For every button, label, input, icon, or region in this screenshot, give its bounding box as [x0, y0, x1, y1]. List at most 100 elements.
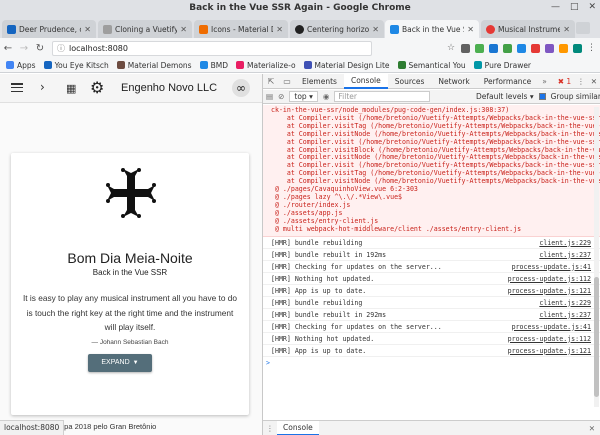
eye-icon[interactable]: ◉	[323, 92, 330, 101]
scrollbar-thumb[interactable]	[594, 277, 599, 397]
log-message: [HMR] Nothing hot updated.	[271, 334, 375, 343]
console-prompt-input[interactable]: >	[263, 357, 600, 369]
bookmark-item[interactable]: Material Demons	[116, 61, 192, 70]
tab-close-icon[interactable]: ✕	[372, 25, 379, 34]
card-subheading: Back in the Vue SSR	[92, 268, 168, 277]
bank-icon[interactable]: ▦	[66, 82, 76, 95]
tab-close-icon[interactable]: ✕	[180, 25, 187, 34]
log-source-link[interactable]: client.js:229	[539, 297, 591, 309]
log-source-link[interactable]: process-update.js:121	[508, 285, 591, 297]
bookmark-item[interactable]: BMD	[199, 61, 228, 70]
bookmark-item[interactable]: Materialize-o	[236, 61, 296, 70]
tab-close-icon[interactable]: ✕	[467, 25, 474, 34]
expand-button[interactable]: EXPAND ▼	[88, 354, 152, 372]
devtools-tab-console[interactable]: Console	[343, 74, 388, 89]
devtools-tab-sources[interactable]: Sources	[388, 74, 432, 89]
drawer-close-icon[interactable]: ✕	[589, 424, 600, 433]
extension-icon[interactable]	[545, 43, 554, 53]
bookmark-apps[interactable]: Apps	[6, 61, 36, 70]
group-similar-checkbox[interactable]	[538, 93, 546, 100]
browser-tab[interactable]: Icons - Material D ✕	[194, 20, 288, 38]
browser-tab[interactable]: Centering horizo ✕	[290, 20, 384, 38]
error-count-badge[interactable]: ✖ 1	[558, 77, 571, 86]
log-source-link[interactable]: process-update.js:121	[508, 345, 591, 357]
log-source-link[interactable]: process-update.js:41	[512, 321, 591, 333]
error-line: at Compiler.visitBlock (/home/bretonio/V…	[286, 145, 600, 154]
log-source-link[interactable]: process-update.js:41	[512, 261, 591, 273]
extension-icon[interactable]	[489, 43, 498, 53]
reload-icon[interactable]: ↻	[32, 43, 48, 54]
menu-icon[interactable]	[11, 83, 23, 93]
console-log-row: [HMR] Checking for updates on the server…	[263, 321, 600, 333]
devtools-close-icon[interactable]: ✕	[591, 77, 597, 86]
log-levels-dropdown[interactable]: Default levels ▾	[476, 92, 534, 101]
browser-tab-active[interactable]: Back in the Vue S ✕	[385, 20, 479, 38]
device-toolbar-icon[interactable]: ▭	[279, 77, 295, 86]
console-sidebar-icon[interactable]: ▤	[266, 92, 273, 101]
extension-icon[interactable]	[559, 43, 568, 53]
devtools-tab-elements[interactable]: Elements	[295, 74, 344, 89]
error-line: at Compiler.visit (/home/bretonio/Vuetif…	[286, 113, 600, 122]
gears-icon[interactable]: ⚙	[90, 78, 104, 97]
bookmark-label: Material Design Lite	[314, 60, 390, 70]
log-source-link[interactable]: client.js:237	[539, 309, 591, 321]
devtools-tab-network[interactable]: Network	[431, 74, 476, 89]
error-line: @ multi webpack-hot-middleware/client ./…	[271, 224, 522, 233]
back-icon[interactable]: ←	[0, 43, 16, 54]
console-output: ck-in-the-vue-ssr/node_modules/pug-code-…	[263, 105, 600, 418]
chevron-right-icon[interactable]: ›	[40, 80, 45, 94]
extension-icon[interactable]	[531, 43, 540, 53]
extension-icon[interactable]	[573, 43, 582, 53]
console-filter-bar: ▤ ⊘ top ▾ ◉ Filter Default levels ▾ Grou…	[263, 90, 600, 104]
tab-label: Deer Prudence, c	[19, 24, 82, 34]
tab-close-icon[interactable]: ✕	[563, 25, 570, 34]
address-bar[interactable]: ⓘ localhost:8080	[52, 40, 372, 56]
log-source-link[interactable]: client.js:237	[539, 249, 591, 261]
maximize-icon[interactable]: □	[570, 2, 579, 12]
drawer-menu-icon[interactable]: ⋮	[263, 424, 277, 433]
inspect-element-icon[interactable]: ⇱	[263, 77, 279, 86]
bookmark-item[interactable]: Pure Drawer	[473, 60, 532, 70]
log-source-link[interactable]: client.js:229	[539, 237, 591, 249]
console-log-row: [HMR] bundle rebuilt in 292ms client.js:2…	[263, 309, 600, 321]
tab-close-icon[interactable]: ✕	[84, 25, 91, 34]
infinity-icon[interactable]: ∞	[232, 79, 250, 97]
minimize-icon[interactable]: —	[551, 2, 560, 12]
bookmark-item[interactable]: Material Design Lite	[303, 60, 390, 70]
log-message: [HMR] bundle rebuilding	[271, 238, 363, 247]
browser-tab[interactable]: Musical Instrume ✕	[481, 20, 575, 38]
log-message: [HMR] Checking for updates on the server…	[271, 262, 442, 271]
error-line: @ ./pages/CavaquinhoView.vue 6:2-303	[271, 185, 418, 194]
extension-icon[interactable]	[475, 43, 484, 53]
bookmark-star-icon[interactable]: ☆	[447, 43, 456, 53]
bookmark-item[interactable]: You Eye Kitsch	[43, 61, 109, 70]
window-controls: — □ ✕	[551, 2, 596, 12]
console-scrollbar[interactable]	[594, 107, 599, 407]
log-source-link[interactable]: process-update.js:112	[508, 333, 591, 345]
tab-favicon-icon	[103, 24, 112, 34]
extension-icon[interactable]	[503, 43, 512, 53]
console-log-row: [HMR] App is up to date. process-update.j…	[263, 345, 600, 357]
forward-icon[interactable]: →	[16, 43, 32, 54]
clear-console-icon[interactable]: ⊘	[278, 92, 284, 101]
bookmark-item[interactable]: Semantical You	[397, 61, 466, 70]
bookmark-label: Pure Drawer	[484, 60, 532, 70]
bookmark-favicon-icon	[236, 61, 244, 69]
apps-grid-icon	[6, 61, 14, 69]
log-source-link[interactable]: process-update.js:112	[508, 273, 591, 285]
close-window-icon[interactable]: ✕	[588, 2, 596, 12]
extension-icon[interactable]	[461, 43, 470, 53]
extension-icon[interactable]	[517, 43, 526, 53]
tab-close-icon[interactable]: ✕	[276, 25, 283, 34]
devtools-menu-icon[interactable]: ⋮	[577, 77, 585, 86]
drawer-tab-console[interactable]: Console	[277, 420, 319, 435]
browser-tab[interactable]: Deer Prudence, c ✕	[2, 20, 96, 38]
info-icon[interactable]: ⓘ	[57, 43, 65, 54]
console-filter-input[interactable]: Filter	[334, 91, 431, 102]
chrome-menu-icon[interactable]: ⋮	[587, 43, 596, 53]
context-selector[interactable]: top ▾	[289, 91, 318, 102]
browser-tab[interactable]: Cloning a Vuetify ✕	[98, 20, 192, 38]
more-tabs-icon[interactable]: »	[542, 77, 547, 86]
devtools-tab-performance[interactable]: Performance	[477, 74, 539, 89]
new-tab-button[interactable]	[576, 22, 590, 34]
